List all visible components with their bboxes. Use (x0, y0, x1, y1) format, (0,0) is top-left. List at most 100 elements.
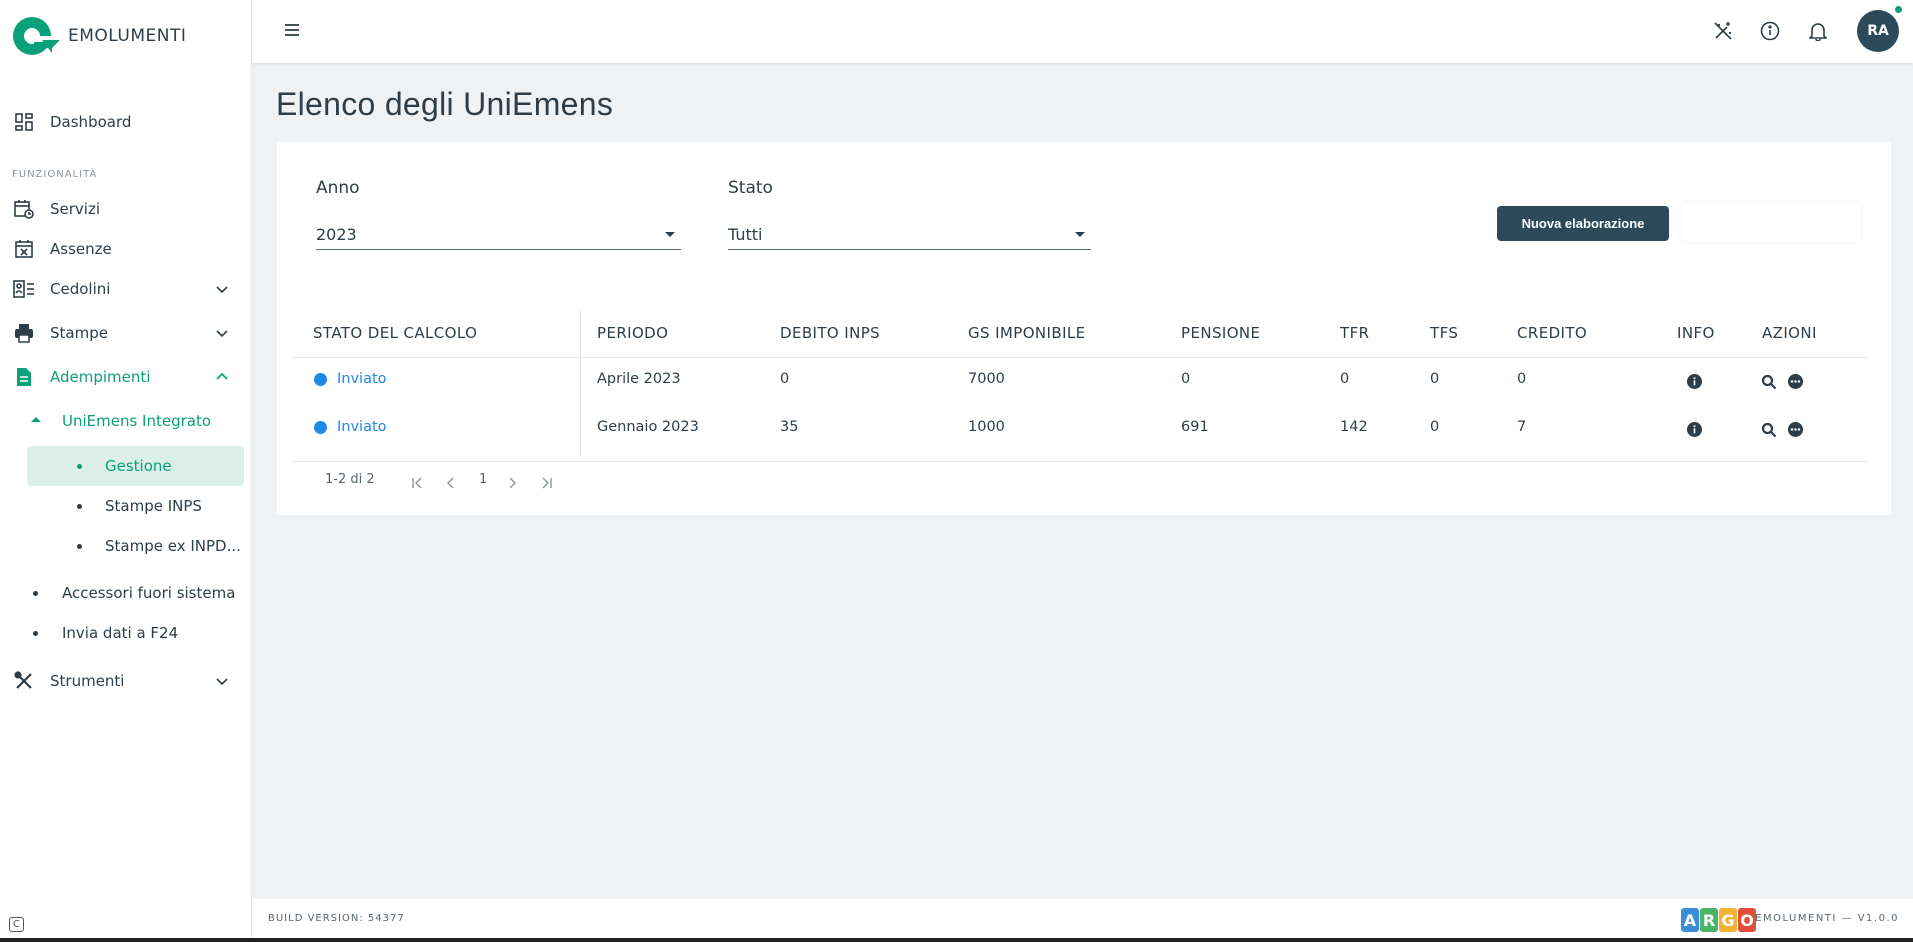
nuova-elaborazione-button[interactable]: Nuova elaborazione (1497, 206, 1669, 241)
printer-icon (13, 322, 35, 344)
sidebar-item-label: Strumenti (50, 672, 125, 690)
header-divider (292, 357, 1869, 358)
sidebar-item-label: Stampe INPS (105, 497, 202, 515)
sidebar-item-adempimenti[interactable]: Adempimenti (0, 361, 252, 393)
calendar-clock-icon (13, 198, 35, 220)
sidebar-item-cedolini[interactable]: Cedolini (0, 273, 252, 305)
sidebar-item-stampe[interactable]: Stampe (0, 317, 252, 349)
argo-letter: R (1700, 908, 1718, 932)
document-icon (13, 366, 35, 388)
sidebar-item-label: Dashboard (50, 113, 132, 131)
sidebar-item-dashboard[interactable]: Dashboard (0, 106, 252, 138)
build-version: BUILD VERSION: 54377 (268, 913, 405, 924)
uniemens-card: Anno 2023 Stato Tutti Nuova elaborazione… (277, 142, 1891, 515)
argo-letter: G (1719, 908, 1737, 932)
anno-select-value: 2023 (316, 225, 357, 244)
stato-label: Stato (728, 178, 773, 198)
search-icon[interactable] (1761, 374, 1777, 390)
chevron-up-icon (214, 369, 230, 385)
sidebar-item-label: UniEmens Integrato (62, 412, 212, 430)
chevron-down-icon (214, 325, 230, 341)
bullet-icon (33, 631, 38, 636)
status-link[interactable]: Inviato (337, 419, 387, 435)
column-header-stato[interactable]: STATO DEL CALCOLO (313, 324, 477, 342)
menu-icon[interactable] (285, 22, 299, 36)
column-header-gs-imponibile[interactable]: GS IMPONIBILE (968, 324, 1086, 342)
cell-tfs: 0 (1430, 371, 1440, 387)
bullet-icon (77, 544, 82, 549)
status-link[interactable]: Inviato (337, 371, 387, 387)
argo-letter: A (1681, 908, 1699, 932)
sidebar-item-label: Stampe ex INPD... (105, 537, 241, 555)
bell-icon[interactable] (1807, 20, 1829, 42)
caret-up-icon (31, 417, 41, 422)
cell-pensione: 0 (1181, 371, 1191, 387)
sidebar-item-assenze[interactable]: Assenze (0, 233, 252, 265)
app-name: EMOLUMENTI (68, 26, 187, 46)
avatar[interactable]: RA (1857, 10, 1899, 52)
info-icon[interactable] (1687, 374, 1702, 389)
sidebar-item-invia-dati-f24[interactable]: Invia dati a F24 (0, 617, 252, 649)
chevron-down-icon (214, 281, 230, 297)
column-header-credito[interactable]: CREDITO (1517, 324, 1587, 342)
sidebar-item-strumenti[interactable]: Strumenti (0, 665, 252, 697)
last-page-icon[interactable] (539, 474, 553, 493)
bullet-icon (77, 504, 82, 509)
sidebar-item-stampe-ex-inpdap[interactable]: Stampe ex INPD... (0, 530, 252, 562)
current-page[interactable]: 1 (479, 472, 487, 487)
logo-icon (12, 16, 60, 56)
app-version: EMOLUMENTI — V1.0.0 (1755, 913, 1899, 924)
column-header-tfr[interactable]: TFR (1340, 324, 1369, 342)
column-divider (580, 310, 581, 458)
info-icon[interactable] (1759, 20, 1781, 42)
sidebar-item-stampe-inps[interactable]: Stampe INPS (0, 490, 252, 522)
next-page-icon[interactable] (507, 474, 517, 493)
anno-select[interactable]: 2023 (316, 220, 681, 250)
column-header-periodo[interactable]: PERIODO (597, 324, 668, 342)
stato-select[interactable]: Tutti (728, 220, 1091, 250)
column-header-pensione[interactable]: PENSIONE (1181, 324, 1260, 342)
copyright-icon: C (9, 917, 24, 932)
magic-wand-icon[interactable] (1712, 20, 1734, 42)
cell-tfr: 0 (1340, 371, 1350, 387)
section-label-funzionalita: FUNZIONALITÀ (12, 169, 98, 180)
column-header-tfs[interactable]: TFS (1430, 324, 1458, 342)
column-header-azioni: AZIONI (1762, 324, 1817, 342)
cell-tfs: 0 (1430, 419, 1440, 435)
argo-logo: A R G O (1681, 908, 1757, 932)
cell-pensione: 691 (1181, 419, 1209, 435)
status-dot-icon (314, 421, 327, 434)
sidebar-item-label: Adempimenti (50, 368, 151, 386)
sidebar: EMOLUMENTI Dashboard FUNZIONALITÀ Serviz… (0, 0, 252, 942)
bullet-icon (33, 591, 38, 596)
previous-page-icon[interactable] (446, 474, 456, 493)
anno-label: Anno (316, 178, 360, 198)
status-dot-icon (314, 373, 327, 386)
cell-credito: 0 (1517, 371, 1527, 387)
search-icon[interactable] (1761, 422, 1777, 438)
top-bar: RA (252, 0, 1913, 63)
cell-gs-imponibile: 1000 (968, 419, 1005, 435)
app-logo[interactable]: EMOLUMENTI (12, 16, 186, 56)
sidebar-item-label: Cedolini (50, 280, 111, 298)
sidebar-item-uniemens-integrato[interactable]: UniEmens Integrato (0, 405, 252, 437)
dashboard-icon (13, 111, 35, 133)
first-page-icon[interactable] (411, 474, 425, 493)
column-header-info: INFO (1677, 324, 1715, 342)
cell-debito-inps: 35 (780, 419, 799, 435)
column-header-debito-inps[interactable]: DEBITO INPS (780, 324, 880, 342)
tools-icon (13, 670, 35, 692)
sidebar-item-label: Gestione (105, 457, 172, 475)
sidebar-item-gestione[interactable]: Gestione (0, 450, 252, 482)
more-icon[interactable] (1788, 374, 1803, 389)
more-icon[interactable] (1788, 422, 1803, 437)
cell-gs-imponibile: 7000 (968, 371, 1005, 387)
sidebar-item-servizi[interactable]: Servizi (0, 193, 252, 225)
empty-action-slot (1681, 202, 1861, 242)
sidebar-item-label: Invia dati a F24 (62, 624, 179, 642)
sidebar-item-accessori-fuori-sistema[interactable]: Accessori fuori sistema (0, 577, 252, 609)
payslip-icon (13, 278, 35, 300)
stato-select-value: Tutti (728, 225, 763, 244)
info-icon[interactable] (1687, 422, 1702, 437)
cell-periodo: Gennaio 2023 (597, 419, 699, 435)
